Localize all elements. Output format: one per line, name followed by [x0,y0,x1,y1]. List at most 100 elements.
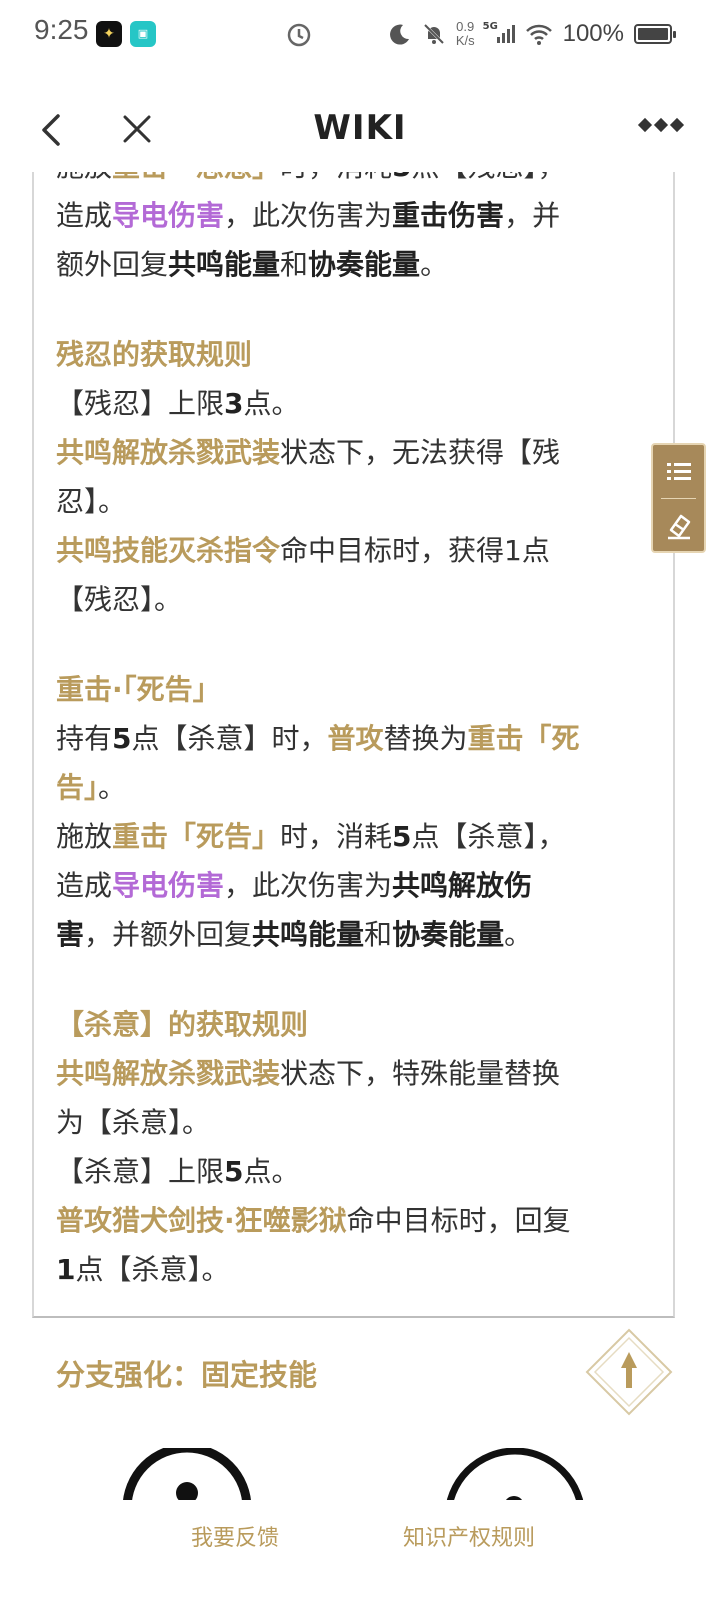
text: ，并 [504,199,561,232]
branch-diamond-icon [585,1328,673,1416]
network-type: 5G [482,21,498,32]
text: 【杀意】上限 [56,1155,225,1188]
text-line: 共鸣技能灭杀指令命中目标时，获得1点 [56,526,647,575]
text-line: 造成导电伤害，此次伤害为共鸣解放伤 [56,861,647,910]
text: 。 [98,771,127,804]
section-heading: 残忍的获取规则 [56,338,253,371]
damage-type[interactable]: 导电伤害 [112,199,224,232]
text: 命中目标时，获得1点 [280,534,550,567]
text: 命中目标时，回复 [346,1204,571,1237]
app-notification-icon-2: ▣ [130,21,156,47]
text-line: 告」。 [56,763,647,812]
text-line: 施放重击「死告」时，消耗5点【杀意】， [56,812,647,861]
text: 造成 [56,199,113,232]
skill-link[interactable]: 共鸣技能灭杀指令 [56,534,280,567]
text-line: 为【杀意】。 [56,1106,211,1139]
text-line: 额外回复共鸣能量和协奏能量。 [56,240,647,289]
number: 5 [224,1155,244,1188]
page-title: WIKI [313,108,407,148]
text: 。 [504,918,533,951]
text: 点。 [243,387,300,420]
skill-link[interactable]: 共鸣解放杀戮武装 [56,436,280,469]
more-dot [653,117,669,133]
more-icon[interactable] [637,117,685,133]
keyword-bold: 共鸣解放伤 [392,869,533,902]
skill-link[interactable]: 告」 [56,771,98,804]
text: 额外回复 [56,248,169,281]
edit-button[interactable] [653,499,704,552]
mute-bell-icon [423,23,444,45]
text-line: 施放重击「怨忿」时，消耗5点【残忍】， [56,172,647,191]
text: 和 [280,248,309,281]
text: 持有 [56,722,113,755]
text-line: 【杀意】上限5点。 [56,1147,647,1196]
text: 时，消耗 [280,820,393,853]
number: 5 [392,172,411,183]
text: 状态下，特殊能量替换 [280,1057,561,1090]
battery-icon [634,24,676,44]
keyword-bold: 共鸣能量 [252,918,365,951]
text: 点【杀意】， [411,820,566,853]
keyword-bold: 协奏能量 [392,918,505,951]
status-time: 9:25 [34,14,89,45]
speed-unit: K/s [455,33,475,48]
text-line: 忍】。 [56,485,127,518]
text-line: 【残忍】。 [56,583,183,616]
number: 5 [392,820,412,853]
skill-link[interactable]: 普攻 [328,722,384,755]
text-line: 造成导电伤害，此次伤害为重击伤害，并 [56,191,647,240]
battery-percent: 100% [562,20,624,47]
skill-link[interactable]: 重击「死告」 [112,820,280,853]
footer: 我要反馈 知识产权规则 [0,1500,720,1600]
feedback-link[interactable]: 我要反馈 [191,1520,279,1552]
text-line: 持有5点【杀意】时，普攻替换为重击「死 [56,714,647,763]
skill-link[interactable]: 重击「死 [468,722,580,755]
side-tools [651,443,706,553]
table-of-contents-button[interactable] [653,445,704,498]
keyword-bold: 害 [56,918,85,951]
text: 时，消耗 [280,172,392,183]
damage-type[interactable]: 导电伤害 [112,869,224,902]
text: 替换为 [383,722,468,755]
text: 点【残忍】， [412,172,566,183]
speed-value: 0.9 [456,19,475,34]
more-dot [669,117,685,133]
text-line: 共鸣解放杀戮武装状态下，无法获得【残 [56,428,647,477]
moon-icon [389,24,409,45]
section-heading: 重击·「死告」 [56,673,221,706]
number: 1 [56,1253,76,1286]
more-dot [637,117,653,133]
skill-link[interactable]: 共鸣解放杀戮武装 [56,1057,280,1090]
text-line: 害，并额外回复共鸣能量和协奏能量。 [56,910,647,959]
text: 和 [364,918,393,951]
eraser-icon [667,514,690,539]
wifi-icon [525,24,552,45]
app-notification-icon: ✦ [96,21,122,47]
text: 施放 [56,172,112,183]
text: 状态下，无法获得【残 [280,436,561,469]
status-bar: 9:25 ✦ ▣ 0.9 K/s 5G 100% [0,0,720,68]
text: ，此次伤害为 [224,869,393,902]
keyword-bold: 重击伤害 [392,199,505,232]
skill-link[interactable]: 普攻猎犬剑技·狂噬影狱 [56,1204,347,1237]
signal-icon: 5G [483,21,515,43]
status-icons: 0.9 K/s 5G 100% [388,16,676,52]
keyword: 重击「怨忿」 [112,172,280,183]
text: ，此次伤害为 [224,199,393,232]
sync-icon [287,23,311,47]
section-heading: 【杀意】的获取规则 [56,1008,309,1041]
ip-rules-link[interactable]: 知识产权规则 [403,1520,535,1552]
text-line: 普攻猎犬剑技·狂噬影狱命中目标时，回复 [56,1196,647,1245]
text: 【残忍】上限 [56,387,225,420]
keyword-bold: 协奏能量 [308,248,421,281]
number: 3 [224,387,244,420]
branch-section-title: 分支强化：固定技能 [56,1358,318,1392]
text: 点【杀意】。 [75,1253,230,1286]
keyword-bold: 共鸣能量 [168,248,281,281]
text: ，并额外回复 [84,918,253,951]
skill-description-card: 施放重击「怨忿」时，消耗5点【残忍】， 造成导电伤害，此次伤害为重击伤害，并 额… [32,172,675,1318]
battery-level [638,28,668,40]
skill-description-text: 施放重击「怨忿」时，消耗5点【残忍】， 造成导电伤害，此次伤害为重击伤害，并 额… [56,172,647,1294]
network-speed: 0.9 K/s [456,20,475,48]
text: 造成 [56,869,113,902]
